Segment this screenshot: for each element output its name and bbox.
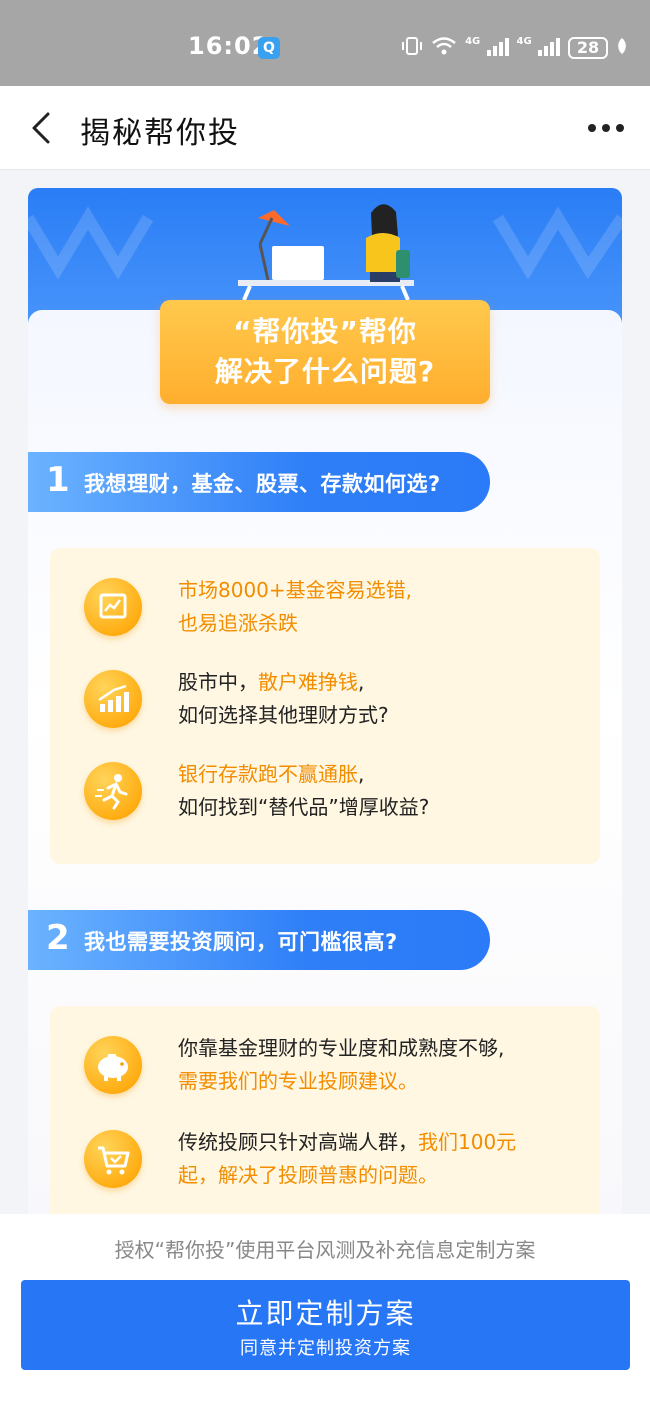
item-highlight: 市场8000+基金容易选错,: [178, 578, 413, 602]
banner-line-1: “帮你投”帮你: [233, 315, 417, 348]
item-line-1: 你靠基金理财的专业度和成熟度不够,: [178, 1036, 505, 1060]
cta-main-label: 立即定制方案: [235, 1298, 416, 1329]
item-highlight: 银行存款跑不赢通胀: [178, 762, 358, 786]
item-line-2: 起，解决了投顾普惠的问题。: [178, 1163, 438, 1187]
bottom-action-bar: 授权“帮你投”使用平台风测及补充信息定制方案 立即定制方案 同意并定制投资方案: [0, 1214, 650, 1408]
item-post: ,: [358, 670, 365, 694]
scroll-content[interactable]: “帮你投”帮你 解决了什么问题? 1 我想理财，基金、股票、存款如何选? 市场8…: [28, 188, 622, 1310]
item-text: 银行存款跑不赢通胀, 如何找到“替代品”增厚收益?: [178, 758, 429, 824]
title-banner: “帮你投”帮你 解决了什么问题?: [160, 300, 490, 404]
notification-app-icon: Q: [258, 37, 280, 59]
item-post: ,: [358, 762, 365, 786]
item-line-2: 需要我们的专业投顾建议。: [178, 1069, 418, 1093]
page-title: 揭秘帮你投: [80, 116, 240, 151]
item-highlight: 我们100元: [418, 1130, 517, 1154]
item-line-2: 如何选择其他理财方式?: [178, 703, 389, 727]
item-pre: 股市中，: [178, 670, 258, 694]
status-bar: 16:02 Q 4G 4G 28: [0, 0, 650, 86]
section-header-2: 2 我也需要投资顾问，可门槛很高?: [28, 910, 490, 970]
app-header: 揭秘帮你投: [0, 86, 650, 170]
item-text: 传统投顾只针对高端人群，我们100元 起，解决了投顾普惠的问题。: [178, 1126, 516, 1192]
customize-plan-button[interactable]: 立即定制方案 同意并定制投资方案: [21, 1280, 630, 1370]
item-text: 市场8000+基金容易选错, 也易追涨杀跌: [178, 574, 412, 640]
piggy-bank-icon: [84, 1036, 142, 1094]
item-highlight: 散户难挣钱: [258, 670, 358, 694]
vibrate-icon: [401, 36, 423, 61]
item-text: 股市中，散户难挣钱, 如何选择其他理财方式?: [178, 666, 389, 732]
network-type-1: 4G: [465, 35, 481, 47]
item-pre: 传统投顾只针对高端人群，: [178, 1130, 418, 1154]
shopping-cart-icon: [84, 1130, 142, 1188]
wifi-icon: [431, 36, 457, 61]
signal-icon-1: 4G: [465, 35, 509, 61]
cta-sub-label: 同意并定制投资方案: [240, 1338, 411, 1358]
list-item: 市场8000+基金容易选错, 也易追涨杀跌: [50, 572, 600, 652]
signal-icon-2: 4G: [517, 36, 560, 61]
section-title: 我也需要投资顾问，可门槛很高?: [84, 930, 398, 954]
more-dots-icon: [588, 124, 624, 132]
network-type-2: 4G: [516, 35, 532, 47]
chevron-left-icon: [32, 112, 50, 144]
section-title: 我想理财，基金、股票、存款如何选?: [84, 472, 441, 496]
section-header-1: 1 我想理财，基金、股票、存款如何选?: [28, 452, 490, 512]
list-item: 你靠基金理财的专业度和成熟度不够, 需要我们的专业投顾建议。: [50, 1030, 600, 1110]
more-button[interactable]: [586, 116, 626, 140]
banner-line-2: 解决了什么问题?: [214, 355, 436, 388]
consent-text: 授权“帮你投”使用平台风测及补充信息定制方案: [114, 1238, 536, 1262]
status-icons: 4G 4G 28: [401, 34, 628, 62]
section-number: 2: [46, 918, 70, 958]
running-person-icon: [84, 762, 142, 820]
back-button[interactable]: [26, 110, 62, 146]
battery-indicator: 28: [568, 37, 608, 59]
chart-board-icon: [84, 578, 142, 636]
item-line-2: 也易追涨杀跌: [178, 611, 298, 635]
item-text: 你靠基金理财的专业度和成熟度不够, 需要我们的专业投顾建议。: [178, 1032, 504, 1098]
list-item: 股市中，散户难挣钱, 如何选择其他理财方式?: [50, 664, 600, 744]
item-line-2: 如何找到“替代品”增厚收益?: [178, 795, 430, 819]
section-1-items: 市场8000+基金容易选错, 也易追涨杀跌 股市中，散户难挣钱, 如何选择其他理…: [50, 548, 600, 864]
list-item: 银行存款跑不赢通胀, 如何找到“替代品”增厚收益?: [50, 756, 600, 836]
list-item: 传统投顾只针对高端人群，我们100元 起，解决了投顾普惠的问题。: [50, 1124, 600, 1204]
leaf-icon: [616, 37, 628, 60]
section-number: 1: [46, 460, 70, 500]
rising-bars-icon: [84, 670, 142, 728]
